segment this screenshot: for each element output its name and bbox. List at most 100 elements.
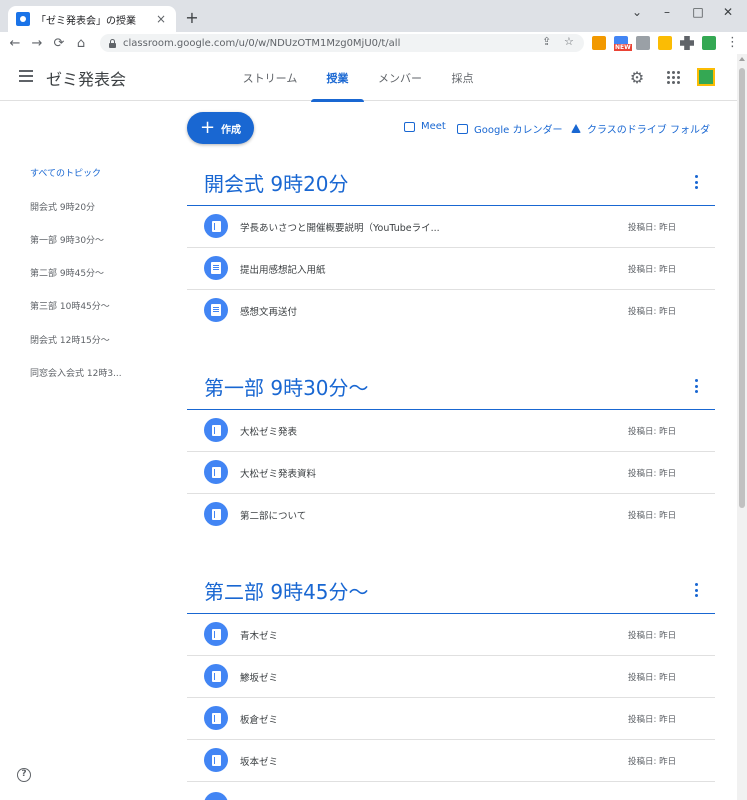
item-title: 板倉ゼミ xyxy=(240,715,279,726)
topic-title[interactable]: 開会式 9時20分 xyxy=(204,168,349,197)
material-icon xyxy=(204,214,228,238)
calendar-icon xyxy=(457,123,468,134)
item-posted-date: 投稿日: 昨日 xyxy=(628,673,677,683)
item-posted-date: 投稿日: 昨日 xyxy=(628,757,677,767)
material-icon xyxy=(204,706,228,730)
topic-link[interactable]: 第二部 9時45分～ xyxy=(30,266,104,279)
tab-grades[interactable]: 採点 xyxy=(440,54,485,101)
topic-title[interactable]: 第二部 9時45分～ xyxy=(204,576,369,605)
tab-close-icon[interactable]: × xyxy=(154,12,168,26)
topic-more-icon[interactable] xyxy=(692,583,700,597)
item-posted-date: 投稿日: 昨日 xyxy=(628,427,677,437)
browser-menu-icon[interactable]: ⋮ xyxy=(726,35,739,50)
item-posted-date: 投稿日: 昨日 xyxy=(628,511,677,521)
item-posted-date: 投稿日: 昨日 xyxy=(628,223,677,233)
browser-tab[interactable]: 「ゼミ発表会」の授業 × xyxy=(8,6,176,32)
material-icon xyxy=(204,418,228,442)
classwork-item[interactable]: 大松ゼミ発表資料 投稿日: 昨日 xyxy=(187,452,715,494)
classroom-favicon-icon xyxy=(16,12,30,26)
assignment-icon xyxy=(204,256,228,280)
google-apps-icon[interactable] xyxy=(664,68,682,86)
item-title: 感想文再送付 xyxy=(240,307,298,318)
topic-more-icon[interactable] xyxy=(692,175,700,189)
drive-folder-link[interactable]: クラスのドライブ フォルダ xyxy=(571,121,710,136)
material-icon xyxy=(204,460,228,484)
topic-link-all[interactable]: すべてのトピック xyxy=(30,166,101,179)
tab-stream[interactable]: ストリーム xyxy=(237,54,303,101)
classwork-item[interactable]: 学長あいさつと開催概要説明（YouTubeライ... 投稿日: 昨日 xyxy=(187,206,715,248)
plus-icon: + xyxy=(199,117,216,138)
calendar-label: Google カレンダー xyxy=(474,125,563,136)
classwork-item[interactable]: 提出用感想記入用紙 投稿日: 昨日 xyxy=(187,248,715,290)
minimize-button[interactable]: – xyxy=(652,2,682,22)
calendar-link[interactable]: Google カレンダー xyxy=(457,121,562,136)
create-button[interactable]: + 作成 xyxy=(187,112,254,144)
tab-search-chevron-icon[interactable]: ⌄ xyxy=(622,2,652,22)
extension-chart-icon[interactable] xyxy=(592,36,606,50)
lock-icon xyxy=(108,38,117,48)
maximize-button[interactable]: □ xyxy=(683,2,713,22)
create-label: 作成 xyxy=(221,124,242,136)
home-icon[interactable]: ⌂ xyxy=(70,32,92,54)
topic-link[interactable]: 第一部 9時30分～ xyxy=(30,233,104,246)
topic-title[interactable]: 第一部 9時30分～ xyxy=(204,372,369,401)
settings-gear-icon[interactable]: ⚙ xyxy=(628,68,646,87)
tab-title: 「ゼミ発表会」の授業 xyxy=(36,15,136,27)
classwork-item[interactable]: 板倉ゼミ 投稿日: 昨日 xyxy=(187,698,715,740)
extension-window-icon[interactable] xyxy=(636,36,650,50)
forward-icon[interactable]: → xyxy=(26,32,48,54)
item-posted-date: 投稿日: 昨日 xyxy=(628,265,677,275)
item-posted-date: 投稿日: 昨日 xyxy=(628,631,677,641)
topic-more-icon[interactable] xyxy=(692,379,700,393)
item-title: 大松ゼミ発表 xyxy=(240,427,298,438)
item-title: 大松ゼミ発表資料 xyxy=(240,469,317,480)
classwork-item[interactable]: 青木ゼミ 投稿日: 昨日 xyxy=(187,614,715,656)
address-bar[interactable]: classroom.google.com/u/0/w/NDUzOTM1Mzg0M… xyxy=(100,34,584,52)
item-title: 青木ゼミ xyxy=(240,631,279,642)
tab-classwork[interactable]: 授業 xyxy=(311,54,364,102)
class-name[interactable]: ゼミ発表会 xyxy=(46,66,126,90)
share-icon[interactable]: ⇪ xyxy=(542,35,551,48)
drive-label: クラスのドライブ フォルダ xyxy=(587,125,710,136)
item-title: 鯵坂ゼミ xyxy=(240,673,279,684)
meet-link[interactable]: Meet xyxy=(404,121,446,132)
classwork-item[interactable]: 坂本ゼミ 投稿日: 昨日 xyxy=(187,740,715,782)
scroll-up-arrow-icon[interactable] xyxy=(739,57,745,61)
account-avatar[interactable] xyxy=(697,68,715,86)
topic-link[interactable]: 同窓会入会式 12時3... xyxy=(30,366,122,379)
reload-icon[interactable]: ⟳ xyxy=(48,32,70,54)
app-header: ゼミ発表会 ストリーム 授業 メンバー 採点 ⚙ xyxy=(0,54,737,102)
url-text: classroom.google.com/u/0/w/NDUzOTM1Mzg0M… xyxy=(123,37,401,49)
topic-link[interactable]: 開会式 9時20分 xyxy=(30,200,95,213)
material-icon xyxy=(204,502,228,526)
new-tab-button[interactable]: + xyxy=(182,8,202,28)
item-title: 提出用感想記入用紙 xyxy=(240,265,326,276)
classwork-item[interactable]: 大松ゼミ発表 投稿日: 昨日 xyxy=(187,410,715,452)
back-icon[interactable]: ← xyxy=(4,32,26,54)
tab-people[interactable]: メンバー xyxy=(370,54,430,101)
topic-link[interactable]: 第三部 10時45分～ xyxy=(30,299,110,312)
item-title: 第二部について xyxy=(240,511,307,522)
item-posted-date: 投稿日: 昨日 xyxy=(628,469,677,479)
classroom-app: ゼミ発表会 ストリーム 授業 メンバー 採点 ⚙ すべてのトピック 開会式 9時… xyxy=(0,54,747,800)
classwork-item[interactable]: 鯵坂ゼミ 投稿日: 昨日 xyxy=(187,656,715,698)
help-icon[interactable]: ? xyxy=(17,768,31,782)
topic-link[interactable]: 閉会式 12時15分～ xyxy=(30,333,110,346)
main-menu-icon[interactable] xyxy=(19,70,33,82)
classwork-item[interactable]: 感想文再送付 投稿日: 昨日 xyxy=(187,290,715,332)
profile-avatar-icon[interactable] xyxy=(702,36,716,50)
item-posted-date: 投稿日: 昨日 xyxy=(628,307,677,317)
material-icon xyxy=(204,664,228,688)
material-icon xyxy=(204,622,228,646)
extension-new-icon[interactable]: NEW xyxy=(614,36,632,51)
close-window-button[interactable]: ✕ xyxy=(713,2,743,22)
classwork-item[interactable]: 第二部について 投稿日: 昨日 xyxy=(187,494,715,536)
bookmark-star-icon[interactable]: ☆ xyxy=(564,35,574,48)
page-scrollbar[interactable] xyxy=(737,54,747,800)
browser-toolbar: ← → ⟳ ⌂ classroom.google.com/u/0/w/NDUzO… xyxy=(0,32,747,54)
browser-tab-bar: 「ゼミ発表会」の授業 × + ⌄ – □ ✕ xyxy=(0,0,747,32)
drive-icon xyxy=(571,124,581,133)
material-icon xyxy=(204,792,228,800)
extension-grid-icon[interactable] xyxy=(658,36,672,50)
scrollbar-thumb[interactable] xyxy=(739,68,745,508)
